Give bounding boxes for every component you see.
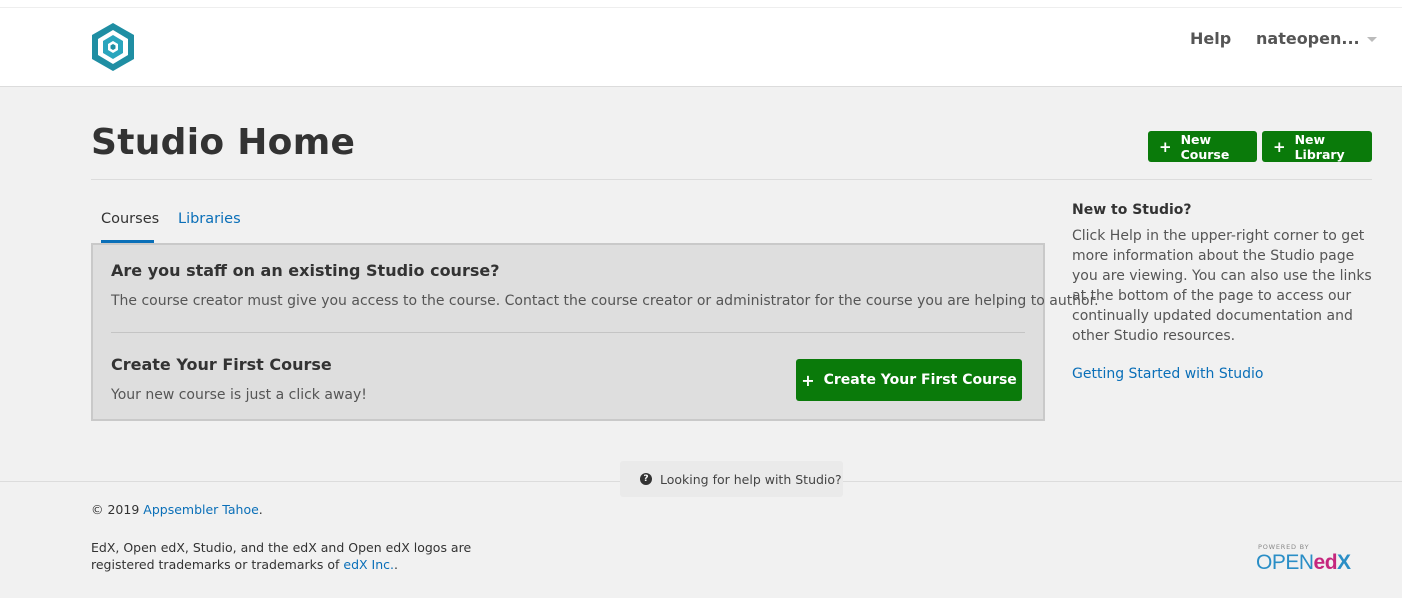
edx-link[interactable]: edX Inc.: [343, 557, 394, 572]
legal-notice: EdX, Open edX, Studio, and the edX and O…: [91, 539, 511, 573]
create-text: Your new course is just a click away!: [111, 387, 367, 403]
staff-text: The course creator must give you access …: [111, 293, 1099, 309]
powered-by-label: POWERED BY: [1258, 543, 1310, 551]
new-library-label: New Library: [1294, 131, 1345, 162]
legal-text: EdX, Open edX, Studio, and the edX and O…: [91, 540, 472, 572]
new-library-button[interactable]: + New Library: [1262, 131, 1372, 162]
tab-courses[interactable]: Courses: [101, 211, 159, 227]
appsembler-link[interactable]: Appsembler Tahoe: [143, 502, 259, 517]
sidebar-text: Click Help in the upper-right corner to …: [1072, 228, 1372, 344]
question-circle-icon: ?: [640, 473, 652, 485]
tab-libraries[interactable]: Libraries: [178, 211, 241, 227]
logo-x: X: [1337, 551, 1351, 574]
hexagon-logo-icon[interactable]: [91, 22, 135, 72]
help-pill-label: Looking for help with Studio?: [660, 471, 842, 487]
create-first-course-label: Create Your First Course: [823, 372, 1017, 388]
title-divider: [91, 179, 1372, 180]
copyright-suffix: .: [258, 502, 263, 517]
logo-ed: ed: [1313, 551, 1338, 574]
getting-started-link[interactable]: Getting Started with Studio: [1072, 366, 1263, 382]
help-pill-button[interactable]: ? Looking for help with Studio?: [620, 461, 843, 497]
legal-suffix: .: [394, 557, 398, 572]
powered-by-openedx-logo[interactable]: POWERED BY OPENedX: [1256, 543, 1368, 575]
openedx-wordmark: OPENedX: [1256, 551, 1351, 575]
logo-open: OPEN: [1256, 551, 1314, 574]
copyright-prefix: © 2019: [91, 502, 140, 517]
copyright: © 2019 Appsembler Tahoe.: [91, 502, 263, 517]
caret-down-icon: [1366, 37, 1377, 42]
page-title: Studio Home: [91, 122, 356, 163]
plus-icon: +: [801, 370, 815, 390]
user-menu[interactable]: nateopen...: [1256, 29, 1377, 48]
plus-icon: +: [1159, 137, 1172, 156]
create-first-course-button[interactable]: + Create Your First Course: [796, 359, 1022, 401]
help-link[interactable]: Help: [1190, 29, 1231, 48]
top-strip: [0, 0, 1402, 8]
new-course-button[interactable]: + New Course: [1148, 131, 1257, 162]
panel-divider: [111, 332, 1025, 333]
create-heading: Create Your First Course: [111, 355, 332, 374]
sidebar-heading: New to Studio?: [1072, 202, 1192, 218]
user-name: nateopen...: [1256, 29, 1360, 48]
plus-icon: +: [1273, 137, 1286, 156]
staff-heading: Are you staff on an existing Studio cour…: [111, 261, 500, 280]
new-course-label: New Course: [1180, 131, 1230, 162]
